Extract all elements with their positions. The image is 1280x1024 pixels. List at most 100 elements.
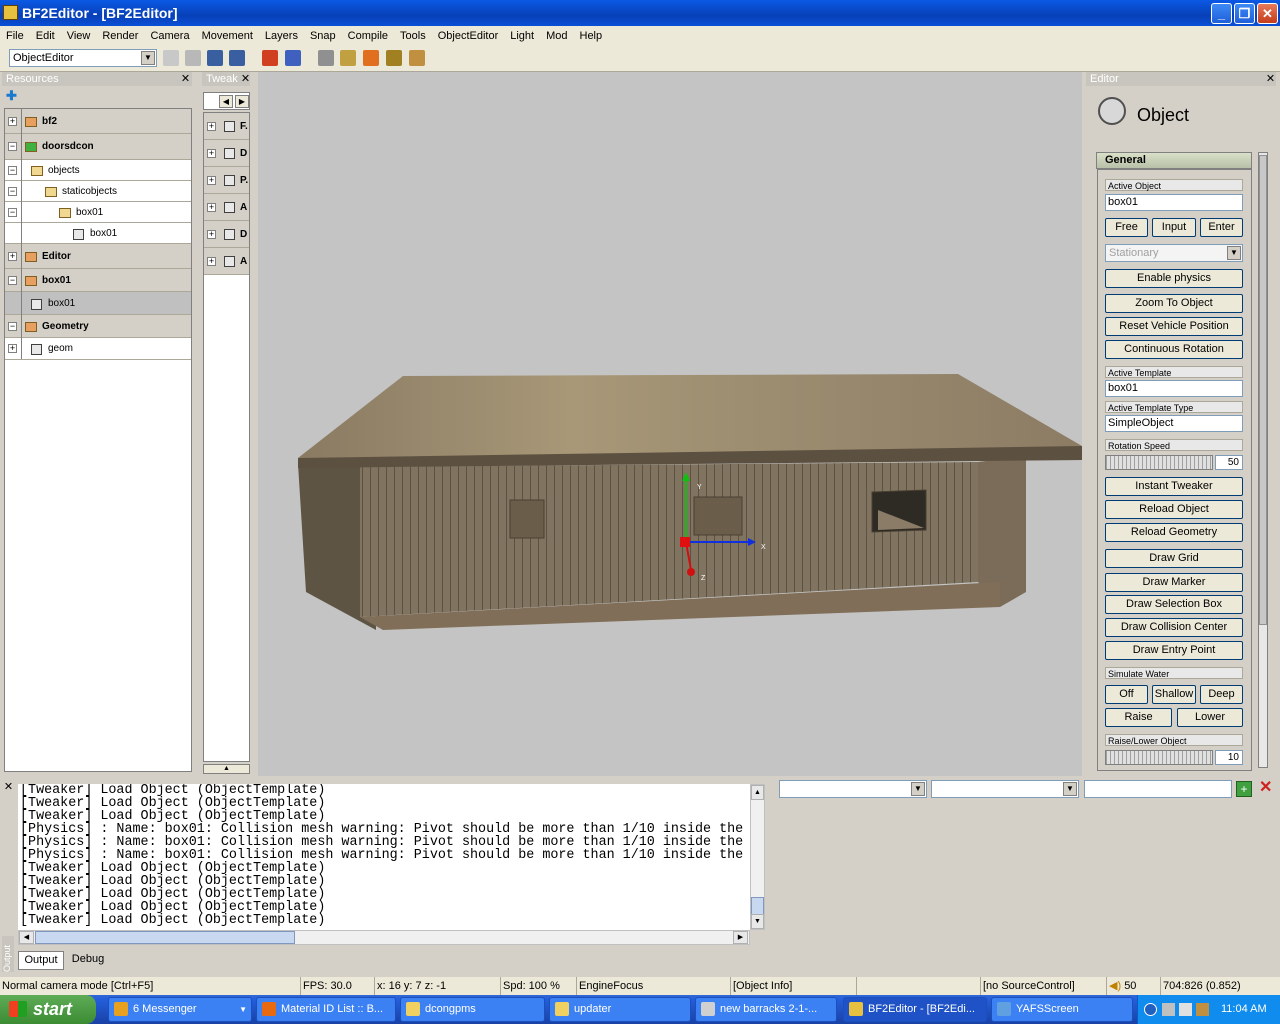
reload-geometry-button[interactable]: Reload Geometry [1105, 523, 1243, 542]
scroll-right-icon[interactable]: ▶ [733, 931, 748, 944]
tree-item[interactable]: box01 [5, 292, 191, 315]
raise-lower-value[interactable]: 10 [1215, 750, 1243, 765]
draw-entry-point-button[interactable]: Draw Entry Point [1105, 641, 1243, 660]
start-button[interactable]: start [0, 995, 96, 1024]
draw-collision-center-button[interactable]: Draw Collision Center [1105, 618, 1243, 637]
rotation-speed-value[interactable]: 50 [1215, 455, 1243, 470]
tweaker-item[interactable]: + F. [204, 113, 249, 140]
task-dcongpms[interactable]: dcongpms [400, 997, 545, 1022]
expand-icon[interactable]: + [8, 252, 17, 261]
reset-vehicle-position-button[interactable]: Reset Vehicle Position [1105, 317, 1243, 336]
menu-movement[interactable]: Movement [196, 26, 259, 44]
expand-icon[interactable]: + [207, 203, 216, 212]
close-button[interactable]: ✕ [1257, 3, 1278, 24]
menu-camera[interactable]: Camera [144, 26, 195, 44]
raise-button[interactable]: Raise [1105, 708, 1172, 727]
input-button[interactable]: Input [1152, 218, 1196, 237]
output-hscroll[interactable]: ◀ ▶ [18, 930, 750, 945]
camera-icon[interactable] [318, 50, 334, 66]
arrow-right-icon[interactable]: ▶ [235, 95, 249, 108]
save-all-icon[interactable] [229, 50, 245, 66]
tree-item[interactable]: box01 [5, 223, 191, 244]
water-off-button[interactable]: Off [1105, 685, 1148, 704]
water-deep-button[interactable]: Deep [1200, 685, 1243, 704]
menu-compile[interactable]: Compile [342, 26, 394, 44]
menu-layers[interactable]: Layers [259, 26, 304, 44]
expand-icon[interactable]: + [207, 122, 216, 131]
3d-viewport[interactable]: Y X Z [258, 72, 1082, 776]
tweaker-item[interactable]: + A [204, 248, 249, 275]
reload-object-button[interactable]: Reload Object [1105, 500, 1243, 519]
tray-app-icon[interactable] [1162, 1003, 1175, 1016]
tweaker-item[interactable]: + P. [204, 167, 249, 194]
filter-input[interactable] [1084, 780, 1232, 798]
continuous-rotation-button[interactable]: Continuous Rotation [1105, 340, 1243, 359]
raise-lower-slider[interactable] [1105, 750, 1213, 765]
zoom-to-object-button[interactable]: Zoom To Object [1105, 294, 1243, 313]
expand-icon[interactable]: + [8, 344, 17, 353]
menu-mod[interactable]: Mod [540, 26, 573, 44]
chevron-down-icon[interactable]: ▼ [141, 51, 155, 65]
expand-icon[interactable]: + [207, 176, 216, 185]
tree-item[interactable]: − staticobjects [5, 181, 191, 202]
tree-item[interactable]: − doorsdcon [5, 134, 191, 160]
open-file-icon[interactable] [185, 50, 201, 66]
collapse-icon[interactable]: − [8, 187, 17, 196]
menu-light[interactable]: Light [504, 26, 540, 44]
water-shallow-button[interactable]: Shallow [1152, 685, 1196, 704]
tray-volume-icon[interactable] [1196, 1003, 1209, 1016]
physics-mode-select[interactable]: Stationary ▼ [1105, 244, 1243, 262]
menu-help[interactable]: Help [574, 26, 609, 44]
tray-network-icon[interactable] [1179, 1003, 1192, 1016]
tweaker-item[interactable]: + D [204, 221, 249, 248]
close-icon[interactable]: ✕ [3, 782, 14, 793]
collapse-icon[interactable]: − [8, 142, 17, 151]
filter-select-2[interactable]: ▼ [931, 780, 1079, 798]
rotation-speed-slider[interactable] [1105, 455, 1213, 470]
output-hscroll-thumb[interactable] [35, 931, 295, 944]
title-bar[interactable]: BF2Editor - [BF2Editor] _ ❐ ✕ [0, 0, 1280, 26]
menu-edit[interactable]: Edit [30, 26, 61, 44]
scroll-up-icon[interactable]: ▲ [751, 785, 764, 800]
menu-snap[interactable]: Snap [304, 26, 342, 44]
instant-tweaker-button[interactable]: Instant Tweaker [1105, 477, 1243, 496]
add-resource-icon[interactable]: ✚ [6, 89, 18, 102]
task-new-barracks[interactable]: new barracks 2-1-... [695, 997, 837, 1022]
export-icon[interactable] [285, 50, 301, 66]
task-bf2editor[interactable]: BF2Editor - [BF2Edi... [843, 997, 987, 1022]
menu-render[interactable]: Render [96, 26, 144, 44]
expand-icon[interactable]: + [207, 149, 216, 158]
task-material-id-list[interactable]: Material ID List :: B... [256, 997, 396, 1022]
tab-debug[interactable]: Debug [66, 951, 110, 970]
tree-item[interactable]: − box01 [5, 269, 191, 292]
status-volume[interactable]: ◀) 50 [1106, 977, 1160, 995]
editor-scroll-thumb[interactable] [1259, 155, 1267, 625]
import-icon[interactable] [262, 50, 278, 66]
tree-item[interactable]: − objects [5, 160, 191, 181]
menu-view[interactable]: View [61, 26, 97, 44]
expand-icon[interactable]: + [207, 257, 216, 266]
chevron-down-icon[interactable]: ▼ [911, 782, 925, 796]
tree-item[interactable]: − Geometry [5, 315, 191, 338]
effect-icon[interactable] [363, 50, 379, 66]
delete-filter-icon[interactable]: ✕ [1259, 780, 1275, 796]
arrow-left-icon[interactable]: ◀ [219, 95, 233, 108]
new-file-icon[interactable] [163, 50, 179, 66]
output-console[interactable]: [Tweaker] Load Object (ObjectTemplate) [T… [18, 784, 750, 930]
tweaker-item[interactable]: + D [204, 140, 249, 167]
chevron-down-icon[interactable]: ▼ [1227, 246, 1241, 260]
tree-item[interactable]: − box01 [5, 202, 191, 223]
add-filter-icon[interactable]: + [1236, 781, 1252, 797]
tree-item[interactable]: + geom [5, 338, 191, 360]
task-updater[interactable]: updater [549, 997, 691, 1022]
close-icon[interactable]: ✕ [180, 74, 191, 85]
enable-physics-button[interactable]: Enable physics [1105, 269, 1243, 288]
sound-icon[interactable] [340, 50, 356, 66]
scroll-up-icon[interactable]: ▲ [203, 764, 250, 774]
pivot-icon[interactable] [409, 50, 425, 66]
tray-arrow-icon[interactable] [1144, 1003, 1157, 1016]
enter-button[interactable]: Enter [1200, 218, 1243, 237]
menu-objecteditor[interactable]: ObjectEditor [432, 26, 505, 44]
editor-mode-select[interactable]: ObjectEditor ▼ [9, 49, 157, 67]
draw-selection-box-button[interactable]: Draw Selection Box [1105, 595, 1243, 614]
